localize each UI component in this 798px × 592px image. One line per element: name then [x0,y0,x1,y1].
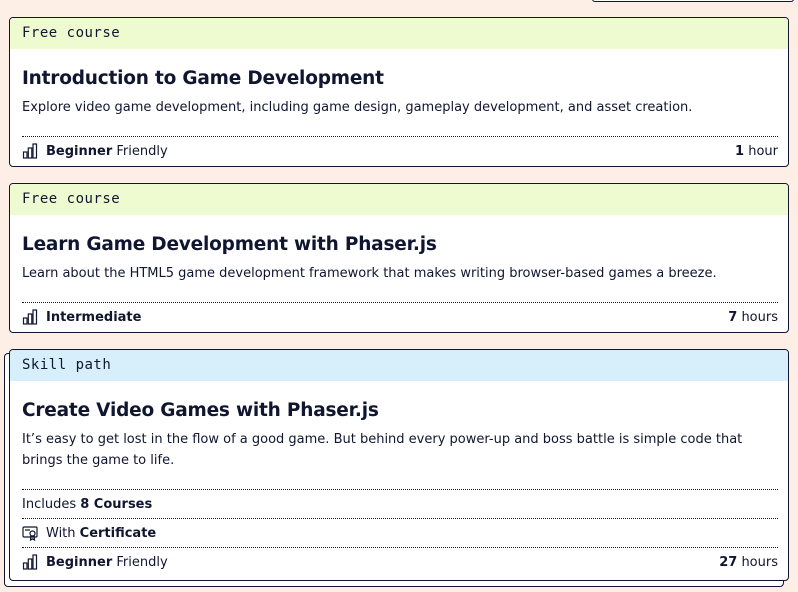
course-description: Learn about the HTML5 game development f… [22,266,717,281]
course-type-badge: Skill path [10,350,788,381]
skill-path-card-phaser-games[interactable]: Skill path Create Video Games with Phase… [9,349,789,581]
difficulty-label: Beginner Friendly [46,143,168,159]
includes-row: Includes 8 Courses [22,489,778,518]
course-title[interactable]: Create Video Games with Phaser.js [22,399,776,423]
bar-chart-icon [22,309,38,325]
course-type-badge: Free course [10,184,788,215]
course-meta: Includes 8 Courses With Certificate Begi… [22,489,778,576]
card-edge-fragment [592,0,794,2]
duration-label: 7 hours [728,309,778,325]
course-title[interactable]: Learn Game Development with Phaser.js [22,233,776,257]
bar-chart-icon [22,143,38,159]
course-meta: Intermediate 7 hours [22,302,778,331]
certificate-row: With Certificate [22,518,778,547]
course-card-phaser-game-dev[interactable]: Free course Learn Game Development with … [9,183,789,333]
course-meta: Beginner Friendly 1 hour [22,136,778,165]
course-type-badge: Free course [10,18,788,49]
difficulty-row: Beginner Friendly 1 hour [22,136,778,165]
certificate-label: With Certificate [46,525,157,541]
certificate-icon [22,525,38,541]
course-card-intro-game-dev[interactable]: Free course Introduction to Game Develop… [9,17,789,167]
difficulty-row: Beginner Friendly 27 hours [22,547,778,576]
duration-label: 27 hours [719,554,778,570]
bar-chart-icon [22,554,38,570]
course-description: Explore video game development, includin… [22,100,693,115]
difficulty-label: Intermediate [46,309,142,325]
includes-label: Includes 8 Courses [22,496,153,512]
course-title[interactable]: Introduction to Game Development [22,67,776,91]
course-description: It’s easy to get lost in the flow of a g… [22,432,743,468]
duration-label: 1 hour [735,143,778,159]
difficulty-label: Beginner Friendly [46,554,168,570]
difficulty-row: Intermediate 7 hours [22,302,778,331]
